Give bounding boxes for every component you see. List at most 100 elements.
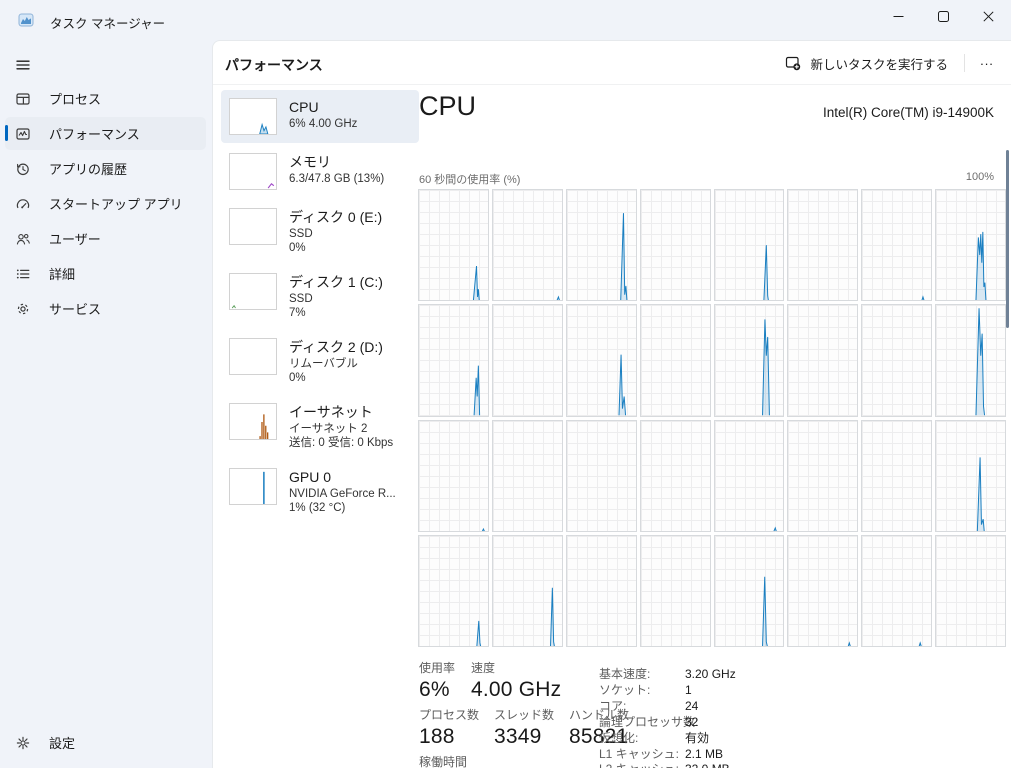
- sidebar-item-6[interactable]: 詳細: [5, 257, 206, 290]
- scrollbar-thumb[interactable]: [1006, 150, 1009, 328]
- stat-block: 稼働時間0:00:03:45: [419, 755, 520, 768]
- perf-item-detail: 送信: 0 受信: 0 Kbps: [289, 437, 394, 449]
- ethernet-spark-thumbnail: [229, 403, 277, 440]
- stat-value: 4.00 GHz: [471, 678, 562, 701]
- cpu-core-chart-r3c8: [935, 419, 1006, 532]
- stat-value: 188: [419, 725, 455, 748]
- perf-item-2[interactable]: メモリ 6.3/47.8 GB (13%): [221, 145, 419, 198]
- perf-item-detail: 6% 4.00 GHz: [289, 118, 358, 130]
- cpu-core-chart-r4c8: [935, 534, 1006, 647]
- perf-item-4[interactable]: ディスク 1 (C:) SSD 7%: [221, 265, 419, 328]
- cpu-core-chart-r1c8: [935, 189, 1006, 302]
- perf-item-detail: SSD: [289, 228, 313, 240]
- perf-item-detail: NVIDIA GeForce R...: [289, 488, 396, 500]
- titlebar: タスク マネージャー: [0, 0, 1011, 40]
- run-new-task-label: 新しいタスクを実行する: [810, 57, 948, 72]
- chart-caption-left: 60 秒間の使用率 (%): [419, 174, 521, 186]
- sidebar: プロセス パフォーマンスアプリの履歴スタートアップ アプリユーザー詳細サービス 設…: [0, 40, 212, 768]
- cpu-core-chart-r3c2: [491, 419, 563, 532]
- perf-item-texts: GPU 0 NVIDIA GeForce R... 1% (32 °C): [289, 468, 396, 515]
- detail-stat-label: 論理プロセッサ数:: [599, 714, 699, 729]
- detail-stat-label: 基本速度:: [599, 667, 651, 681]
- detail-stat-value: 24: [685, 698, 699, 713]
- perf-item-name: CPU: [289, 99, 319, 115]
- sidebar-item-label: ユーザー: [49, 232, 101, 247]
- hamburger-menu-icon[interactable]: [10, 50, 46, 80]
- stat-label: プロセス数: [419, 708, 480, 722]
- task-manager-window: タスク マネージャー プロセス パフォーマンス アプリの履歴 スタートアップ アプリユ…: [0, 0, 1011, 768]
- perf-item-detail: 0%: [289, 372, 306, 384]
- run-new-task-icon: [785, 55, 801, 71]
- sidebar-nav: プロセス パフォーマンスアプリの履歴スタートアップ アプリユーザー詳細サービス: [5, 82, 206, 327]
- stat-value: 6%: [419, 678, 450, 701]
- cpu-core-chart-r4c7: [861, 534, 933, 647]
- cpu-title: CPU: [419, 91, 477, 121]
- minimize-button[interactable]: [876, 0, 921, 33]
- users-icon: [15, 231, 31, 247]
- chart-captions: 60 秒間の使用率 (%) 100%: [419, 171, 994, 187]
- cpu-model-name: Intel(R) Core(TM) i9-14900K: [822, 105, 994, 120]
- cpu-core-chart-r2c3: [565, 304, 637, 417]
- more-options-icon[interactable]: ...: [971, 50, 1003, 76]
- sidebar-item-settings[interactable]: 設定: [5, 726, 206, 759]
- cpu-core-chart-r1c3: [565, 189, 637, 302]
- cpu-core-chart-r1c4: [639, 189, 711, 302]
- close-button[interactable]: [966, 0, 1011, 33]
- cpu-core-chart-r2c8: [935, 304, 1006, 417]
- sidebar-item-5[interactable]: ユーザー: [5, 222, 206, 255]
- stat-value: 3349: [494, 725, 542, 748]
- perf-item-3[interactable]: ディスク 0 (E:) SSD 0%: [221, 200, 419, 263]
- perf-item-name: ディスク 2 (D:): [289, 339, 383, 355]
- perf-item-1[interactable]: CPU 6% 4.00 GHz: [221, 90, 419, 143]
- stat-label: 使用率: [419, 661, 456, 675]
- stat-label: 速度: [471, 661, 496, 675]
- none-spark-thumbnail: [229, 208, 277, 245]
- cpu-core-chart-r4c2: [491, 534, 563, 647]
- window-title: タスク マネージャー: [50, 17, 166, 31]
- cpu-core-chart-r1c6: [787, 189, 859, 302]
- disk-low-spark-thumbnail: [229, 273, 277, 310]
- run-new-task-button[interactable]: 新しいタスクを実行する: [775, 49, 958, 78]
- cpu-core-chart-r2c5: [713, 304, 785, 417]
- cpu-core-chart-r2c6: [787, 304, 859, 417]
- cpu-core-chart-r3c3: [565, 419, 637, 532]
- sidebar-item-label: 詳細: [49, 267, 76, 282]
- maximize-button[interactable]: [921, 0, 966, 33]
- perf-item-detail: 1% (32 °C): [289, 502, 346, 514]
- detail-stat-label: L2 キャッシュ:: [599, 762, 685, 768]
- panel-header: パフォーマンス 新しいタスクを実行する ...: [213, 41, 1011, 85]
- cpu-core-chart-r2c4: [639, 304, 711, 417]
- processes-icon: [15, 91, 31, 107]
- perf-item-texts: CPU 6% 4.00 GHz: [289, 98, 357, 135]
- stat-label: 稼働時間: [419, 755, 468, 768]
- perf-item-5[interactable]: ディスク 2 (D:) リムーバブル 0%: [221, 330, 419, 393]
- cpu-core-chart-r4c4: [639, 534, 711, 647]
- main-panel: パフォーマンス 新しいタスクを実行する ... CPU 6% 4.00 GHz メモ…: [212, 40, 1011, 768]
- cpu-core-chart-r1c1: [418, 189, 489, 302]
- gear-icon: [15, 735, 31, 751]
- services-icon: [15, 301, 31, 317]
- sidebar-item-label: アプリの履歴: [49, 162, 128, 177]
- cpu-core-chart-r4c3: [565, 534, 637, 647]
- sidebar-item-4[interactable]: スタートアップ アプリ: [5, 187, 206, 220]
- perf-item-texts: ディスク 1 (C:) SSD 7%: [289, 273, 383, 320]
- chart-caption-right: 100%: [965, 171, 994, 183]
- page-title: パフォーマンス: [225, 57, 323, 73]
- sidebar-item-2[interactable]: パフォーマンス: [5, 117, 206, 150]
- perf-item-detail: イーサネット 2: [289, 423, 368, 435]
- perf-item-detail: SSD: [289, 293, 313, 305]
- perf-item-6[interactable]: イーサネット イーサネット 2 送信: 0 受信: 0 Kbps: [221, 395, 419, 458]
- sidebar-item-1[interactable]: プロセス: [5, 82, 206, 115]
- cpu-detail-panel: CPU Intel(R) Core(TM) i9-14900K 60 秒間の使用…: [418, 85, 1010, 768]
- cpu-core-chart-r3c5: [713, 419, 785, 532]
- perf-item-texts: イーサネット イーサネット 2 送信: 0 受信: 0 Kbps: [289, 403, 393, 450]
- perf-item-detail: 6.3/47.8 GB (13%): [289, 173, 385, 185]
- sidebar-item-7[interactable]: サービス: [5, 292, 206, 325]
- logical-processor-chart-grid: [418, 189, 1006, 647]
- perf-item-7[interactable]: GPU 0 NVIDIA GeForce R... 1% (32 °C): [221, 460, 419, 523]
- sidebar-item-3[interactable]: アプリの履歴: [5, 152, 206, 185]
- none-spark-thumbnail: [229, 338, 277, 375]
- cpu-core-chart-r1c2: [491, 189, 563, 302]
- detail-stat-value: 1: [685, 682, 692, 697]
- perf-item-texts: ディスク 0 (E:) SSD 0%: [289, 208, 382, 255]
